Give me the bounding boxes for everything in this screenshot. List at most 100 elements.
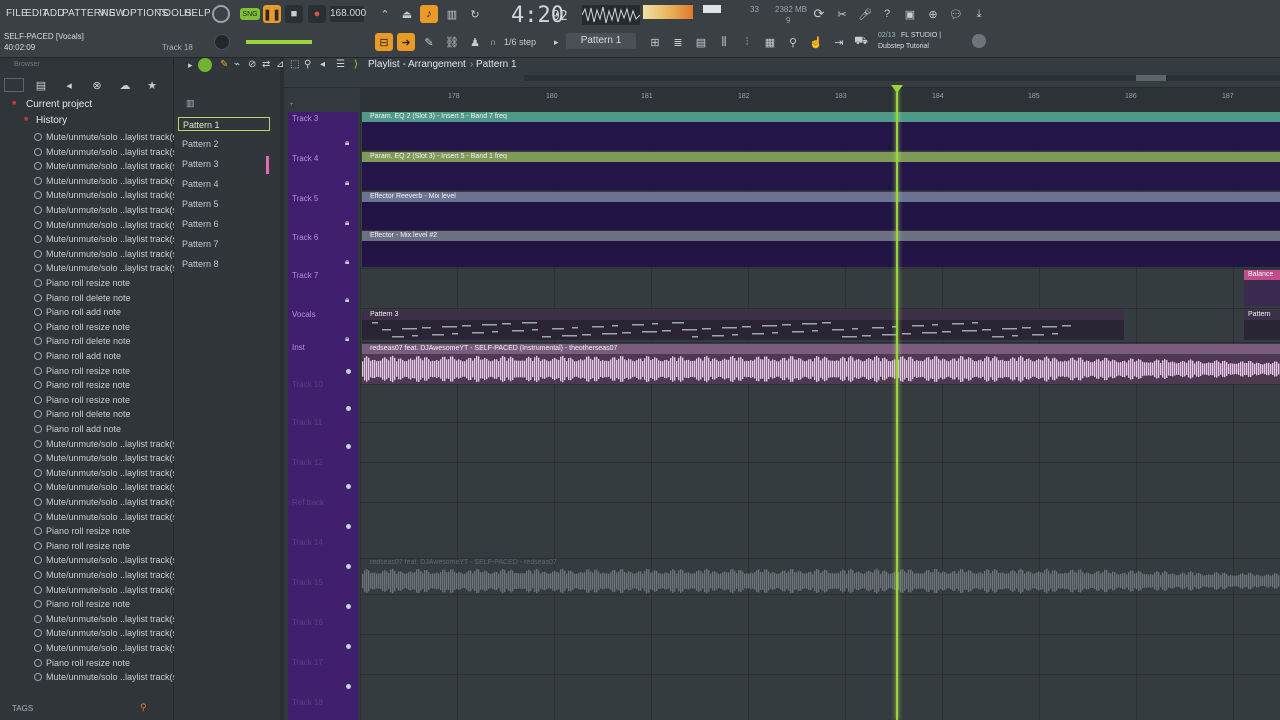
stop-button[interactable]: ■	[285, 5, 303, 23]
history-item[interactable]: Mute/unmute/solo ..laylist track(s)	[34, 570, 180, 580]
globe-icon[interactable]	[972, 34, 986, 48]
track-name[interactable]: Track 7	[292, 271, 318, 280]
pattern-item[interactable]: Pattern 2	[178, 137, 270, 151]
add-track-icon[interactable]: +	[290, 102, 294, 108]
arrangement-grid[interactable]: Param. EQ 2 (Slot 3) - Insert 5 - Band 7…	[360, 112, 1280, 720]
track-name[interactable]: Track 4	[292, 154, 318, 163]
menu-help[interactable]: HELP	[184, 8, 211, 19]
automation-clip-band7[interactable]: Param. EQ 2 (Slot 3) - Insert 5 - Band 7…	[362, 112, 1280, 150]
history-item[interactable]: Piano roll resize note	[34, 658, 130, 668]
pl-zoom-icon[interactable]: ⚲	[304, 59, 311, 70]
track-mute-dot[interactable]	[346, 644, 351, 649]
wait-icon[interactable]: ⏏	[398, 5, 416, 23]
history-item[interactable]: Piano roll resize note	[34, 526, 130, 536]
plugin-picker-icon[interactable]: ⚲	[784, 33, 802, 51]
automation-clip-mix2[interactable]: Effector - Mix level #2	[362, 231, 1280, 267]
countdown-icon[interactable]: ♪	[420, 5, 438, 23]
audio-clip-ref[interactable]: redseas07 feat. DJAwesomeYT - SELF-PACED…	[362, 558, 1280, 594]
download-icon[interactable]: ⤓	[970, 5, 988, 23]
metronome-icon[interactable]: ⌃	[376, 5, 394, 23]
snap-value[interactable]: 1/6 step	[504, 37, 536, 47]
master-pitch-knob[interactable]	[214, 34, 230, 50]
history-item[interactable]: Mute/unmute/solo ..laylist track(s)	[34, 161, 180, 171]
playhead[interactable]	[891, 85, 903, 720]
track-name[interactable]: Track 15	[292, 578, 323, 587]
track-mute-dot[interactable]	[346, 444, 351, 449]
plugin-icon[interactable]: ⊕	[924, 5, 942, 23]
blend-icon[interactable]: ▥	[443, 5, 461, 23]
automation-clip-balance[interactable]: Balance	[1244, 270, 1280, 306]
history-item[interactable]: Mute/unmute/solo ..laylist track(s)	[34, 190, 180, 200]
track-name[interactable]: Track 3	[292, 114, 318, 123]
track-name[interactable]: Track 18	[292, 698, 323, 707]
cut-icon[interactable]: ✂	[833, 5, 851, 23]
microphone-icon[interactable]: 🎤︎	[856, 5, 874, 23]
mixer-icon[interactable]: ⫶	[738, 33, 756, 51]
track-lock-icon[interactable]: 🔒︎	[345, 295, 349, 305]
pl-magnet-icon[interactable]	[198, 58, 212, 72]
export-icon[interactable]: ⇥	[830, 33, 848, 51]
pl-mute-icon[interactable]: ⇄	[262, 59, 270, 70]
audio-clip-inst[interactable]: redseas07 feat. DJAwesomeYT - SELF-PACED…	[362, 344, 1280, 384]
track-name[interactable]: Track 10	[292, 380, 323, 389]
history-item[interactable]: Piano roll resize note	[34, 322, 130, 332]
playlist-icon[interactable]: ≣	[669, 33, 687, 51]
play-pattern-icon[interactable]: ▸	[554, 37, 559, 48]
history-item[interactable]: Mute/unmute/solo ..laylist track(s)	[34, 672, 180, 682]
track-mute-dot[interactable]	[346, 564, 351, 569]
loop-record-icon[interactable]: ↻	[466, 5, 484, 23]
pattern-item[interactable]: Pattern 1	[178, 117, 270, 131]
song-mode-icon[interactable]	[212, 5, 230, 23]
touch-icon[interactable]: ☝	[807, 33, 825, 51]
browser-speaker-icon[interactable]: ◂	[60, 76, 78, 94]
track-mute-dot[interactable]	[346, 484, 351, 489]
history-item[interactable]: Mute/unmute/solo ..laylist track(s)	[34, 205, 180, 215]
timeline-ruler[interactable]: 178 180 181 182 183 184 185 186 187	[360, 88, 1280, 112]
history-item[interactable]: Mute/unmute/solo ..laylist track(s)	[34, 643, 180, 653]
history-item[interactable]: Mute/unmute/solo ..laylist track(s)	[34, 439, 180, 449]
history-item[interactable]: Mute/unmute/solo ..laylist track(s)	[34, 468, 180, 478]
pause-button[interactable]: ❚❚	[263, 5, 281, 23]
playhead-marker[interactable]	[891, 85, 903, 93]
pattern-item[interactable]: Pattern 4	[178, 177, 270, 191]
refresh-icon[interactable]: ⟳	[810, 5, 828, 23]
stamp-icon[interactable]: ♟	[466, 33, 484, 51]
pl-brush-icon[interactable]: ⌁	[234, 59, 240, 70]
track-name[interactable]: Track 6	[292, 233, 318, 242]
track-mute-dot[interactable]	[346, 604, 351, 609]
track-name[interactable]: Track 14	[292, 538, 323, 547]
history-item[interactable]: Mute/unmute/solo ..laylist track(s)	[34, 453, 180, 463]
pattern-clip-vocals[interactable]: Pattern 3	[362, 310, 1124, 340]
track-lock-icon[interactable]: 🔒︎	[345, 334, 349, 344]
pattern-item[interactable]: Pattern 3	[178, 157, 270, 171]
pat-song-toggle[interactable]: SNG	[240, 8, 260, 20]
browser-icon[interactable]: ▦	[761, 33, 779, 51]
master-volume-slider[interactable]	[246, 40, 312, 44]
track-mute-dot[interactable]	[346, 684, 351, 689]
tempo-display[interactable]: 168.000	[330, 6, 366, 22]
track-mute-dot[interactable]	[346, 369, 351, 374]
browser-back-icon[interactable]	[4, 78, 24, 92]
automation-clip-reverb[interactable]: Effector Reeverb - Mix level	[362, 192, 1280, 230]
history-item[interactable]: Mute/unmute/solo ..laylist track(s)	[34, 249, 180, 259]
history-item[interactable]: Piano roll resize note	[34, 541, 130, 551]
track-name[interactable]: Track 16	[292, 618, 323, 627]
history-item[interactable]: Piano roll resize note	[34, 599, 130, 609]
pencil-tool-icon[interactable]: ✎	[420, 33, 438, 51]
history-item[interactable]: Mute/unmute/solo ..laylist track(s)	[34, 263, 180, 273]
history-item[interactable]: Piano roll resize note	[34, 380, 130, 390]
current-project-label[interactable]: Current project	[26, 99, 92, 110]
history-item[interactable]: Piano roll add note	[34, 351, 121, 361]
history-item[interactable]: Mute/unmute/solo ..laylist track(s)	[34, 614, 180, 624]
history-item[interactable]: Piano roll add note	[34, 424, 121, 434]
track-lock-icon[interactable]: 🔒︎	[345, 178, 349, 188]
track-name[interactable]: Track 11	[292, 418, 322, 427]
history-item[interactable]: Mute/unmute/solo ..laylist track(s)	[34, 585, 180, 595]
track-lock-icon[interactable]: 🔒︎	[345, 257, 349, 267]
pl-select-icon[interactable]: ⬚	[290, 59, 299, 70]
record-button[interactable]: ●	[308, 5, 326, 23]
browser-file-icon[interactable]: ▤	[32, 76, 50, 94]
arrow-tool-icon[interactable]: ➜	[397, 33, 415, 51]
add-pattern-icon[interactable]: ⊞	[646, 33, 664, 51]
channel-rack-icon[interactable]: ⫼	[715, 33, 733, 51]
